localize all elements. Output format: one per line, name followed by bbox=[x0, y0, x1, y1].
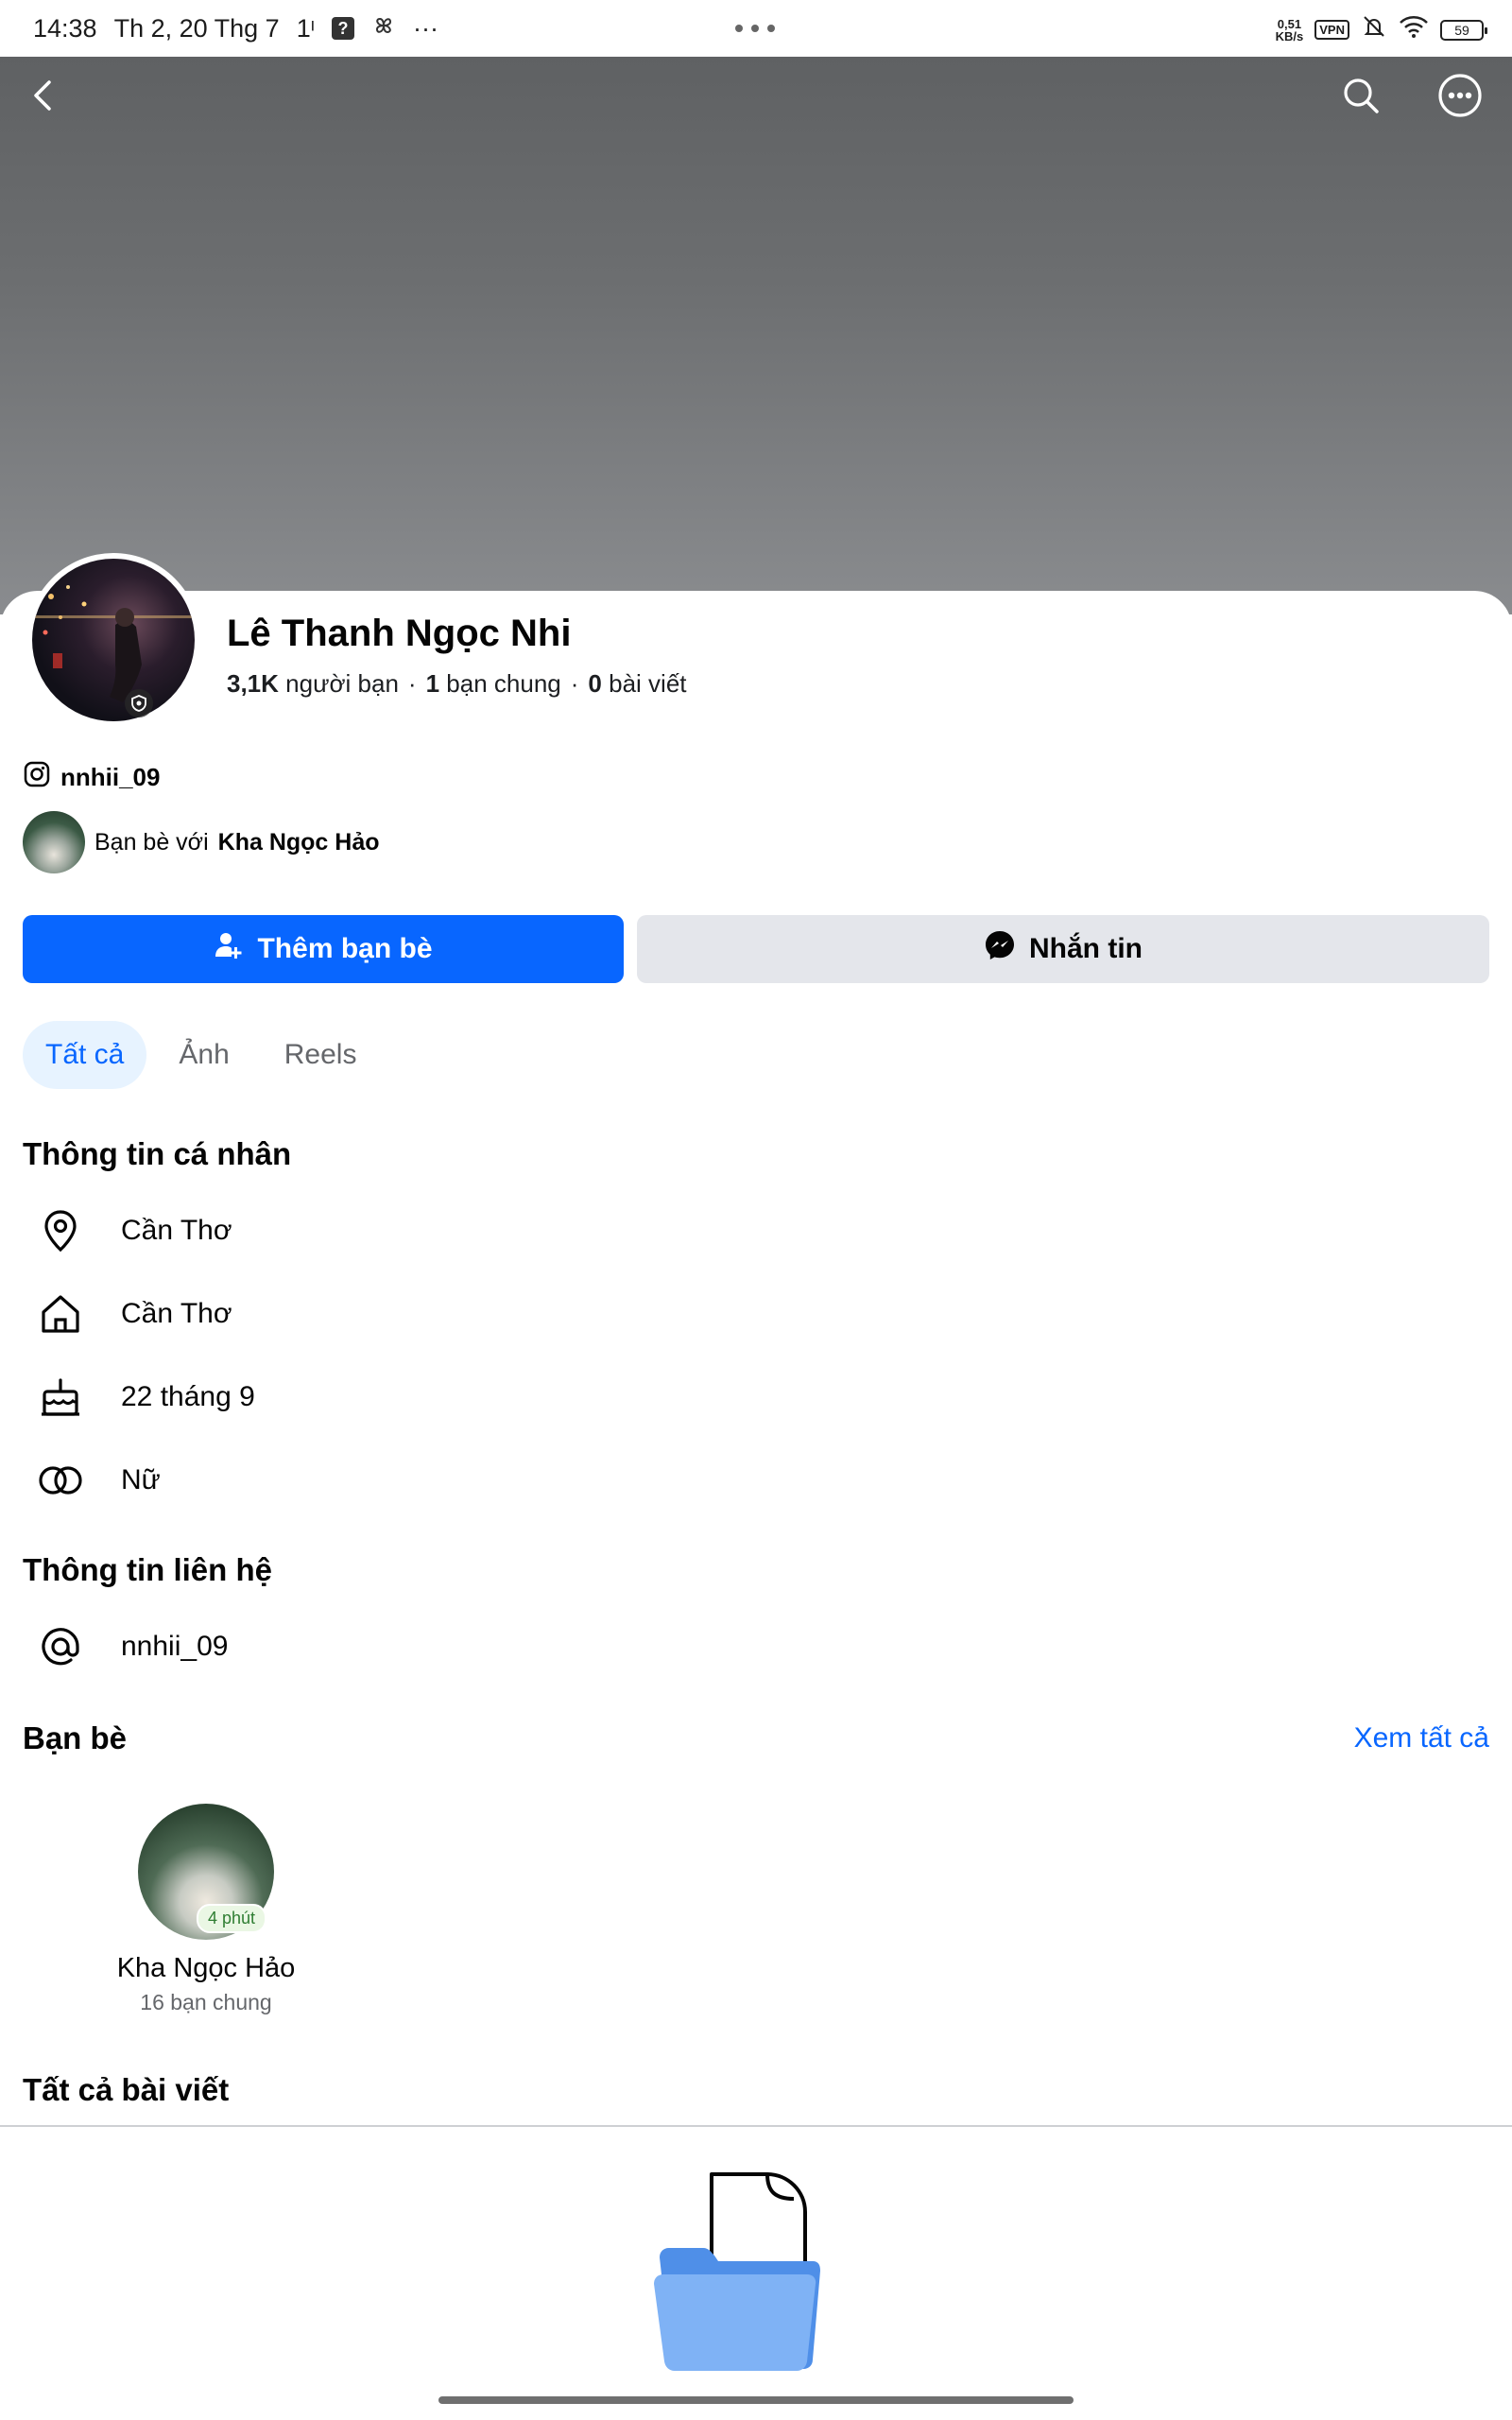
home-icon bbox=[36, 1289, 85, 1339]
status-signal: 1ᶦ bbox=[296, 13, 315, 43]
section-divider bbox=[0, 2125, 1512, 2127]
friends-section-title: Bạn bè bbox=[23, 1720, 128, 1755]
friends-count-stat[interactable]: 3,1K người bạn bbox=[227, 669, 399, 699]
stat-separator: · bbox=[570, 669, 579, 698]
info-row-hometown: Cần Thơ bbox=[36, 1289, 232, 1339]
message-button[interactable]: Nhắn tin bbox=[637, 915, 1489, 983]
empty-posts-folder-icon bbox=[652, 2170, 869, 2374]
mutual-count-stat[interactable]: 1 bạn chung bbox=[426, 669, 561, 699]
instagram-link[interactable]: nnhii_09 bbox=[23, 760, 160, 795]
instagram-icon bbox=[23, 760, 51, 795]
back-button[interactable] bbox=[17, 71, 70, 124]
info-row-contact-username[interactable]: nnhii_09 bbox=[36, 1622, 228, 1671]
all-posts-title: Tất cả bài viết bbox=[23, 2072, 230, 2107]
add-friend-button[interactable]: Thêm bạn bè bbox=[23, 915, 624, 983]
battery-indicator: 59 bbox=[1440, 19, 1487, 41]
status-date: Th 2, 20 Thg 7 bbox=[113, 13, 280, 43]
location-pin-icon bbox=[36, 1206, 85, 1255]
search-button[interactable] bbox=[1334, 71, 1387, 124]
network-speed: 0,51 KB/s bbox=[1275, 16, 1304, 43]
home-indicator[interactable] bbox=[438, 2396, 1074, 2404]
chevron-left-icon bbox=[25, 77, 62, 119]
wifi-icon bbox=[1399, 14, 1429, 45]
friend-name: Kha Ngọc Hảo bbox=[116, 1953, 296, 1983]
instagram-username: nnhii_09 bbox=[60, 763, 161, 791]
tab-photos[interactable]: Ảnh bbox=[156, 1021, 251, 1089]
info-row-birthday: 22 tháng 9 bbox=[36, 1373, 255, 1422]
at-sign-icon bbox=[36, 1622, 85, 1671]
profile-stats: 3,1K người bạn · 1 bạn chung · 0 bài viế… bbox=[227, 669, 687, 699]
vpn-icon: VPN bbox=[1314, 20, 1349, 40]
tab-reels[interactable]: Reels bbox=[262, 1021, 380, 1089]
friends-with-name: Kha Ngọc Hảo bbox=[217, 828, 380, 856]
stat-separator: · bbox=[407, 669, 417, 698]
info-text: 22 tháng 9 bbox=[121, 1381, 255, 1412]
see-all-friends-link[interactable]: Xem tất cả bbox=[1354, 1722, 1489, 1754]
info-text: Nữ bbox=[121, 1464, 161, 1495]
silent-bell-icon bbox=[1361, 13, 1387, 46]
birthday-cake-icon bbox=[36, 1373, 85, 1422]
friends-with-row[interactable]: Bạn bè với Kha Ngọc Hảo bbox=[23, 811, 380, 873]
profile-avatar[interactable] bbox=[26, 553, 200, 727]
messenger-icon bbox=[984, 929, 1016, 969]
status-time: 14:38 bbox=[33, 13, 97, 43]
more-options-button[interactable] bbox=[1434, 71, 1486, 124]
info-row-current-city: Cần Thơ bbox=[36, 1206, 232, 1255]
friend-card[interactable]: 4 phút Kha Ngọc Hảo 16 bạn chung bbox=[112, 1804, 301, 2015]
friends-with-prefix: Bạn bè với bbox=[94, 828, 209, 856]
notification-question-icon: ? bbox=[331, 17, 354, 40]
mutual-friend-avatar bbox=[23, 811, 85, 873]
multitask-dots-icon[interactable] bbox=[735, 25, 775, 32]
personal-info-title: Thông tin cá nhân bbox=[23, 1136, 292, 1171]
more-notifications-icon: ··· bbox=[412, 13, 438, 43]
cover-photo[interactable] bbox=[0, 57, 1512, 614]
more-horizontal-icon bbox=[1436, 72, 1484, 124]
message-label: Nhắn tin bbox=[1029, 933, 1143, 964]
profile-name: Lê Thanh Ngọc Nhi bbox=[227, 613, 572, 654]
add-person-icon bbox=[214, 930, 244, 968]
tab-all[interactable]: Tất cả bbox=[23, 1021, 147, 1089]
contact-info-title: Thông tin liên hệ bbox=[23, 1552, 272, 1587]
profile-shield-icon bbox=[125, 689, 153, 717]
active-time-badge: 4 phút bbox=[197, 1904, 267, 1933]
posts-count-stat: 0 bài viết bbox=[588, 669, 687, 698]
gender-icon bbox=[36, 1456, 85, 1505]
status-bar: 14:38 Th 2, 20 Thg 7 1ᶦ ? ··· 0,51 KB/s … bbox=[0, 0, 1512, 57]
profile-tabs: Tất cả Ảnh Reels bbox=[23, 1021, 379, 1089]
friend-avatar: 4 phút bbox=[138, 1804, 274, 1940]
info-text: Cần Thơ bbox=[121, 1298, 232, 1329]
info-text: Cần Thơ bbox=[121, 1215, 232, 1246]
pinwheel-icon bbox=[371, 13, 396, 44]
search-icon bbox=[1340, 75, 1382, 121]
add-friend-label: Thêm bạn bè bbox=[257, 933, 433, 964]
friend-mutual-count: 16 bạn chung bbox=[140, 1990, 272, 2014]
info-text: nnhii_09 bbox=[121, 1631, 229, 1662]
info-row-gender: Nữ bbox=[36, 1456, 161, 1505]
